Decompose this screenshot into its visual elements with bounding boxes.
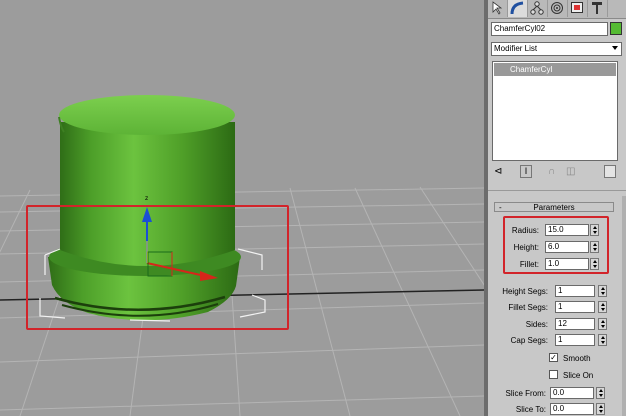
tab-display[interactable]: [568, 0, 588, 17]
parameters-title: Parameters: [533, 203, 575, 212]
slice-to-spinner[interactable]: [596, 403, 605, 415]
object-name-field[interactable]: ChamferCyl02: [491, 22, 608, 36]
pointer-icon: [492, 1, 503, 15]
parameters-highlight-box: [503, 216, 609, 274]
slice-from-input[interactable]: 0.0: [550, 387, 594, 399]
show-end-result-icon[interactable]: I: [520, 165, 532, 178]
tab-motion[interactable]: [548, 0, 568, 17]
panel-scrollbar[interactable]: [622, 196, 626, 416]
fillet-segs-spinner[interactable]: [598, 301, 607, 313]
stack-toolbar: ⊲ I ∩ ◫: [492, 165, 622, 180]
make-unique-icon[interactable]: ∩: [548, 166, 555, 177]
modifier-list-dropdown[interactable]: Modifier List: [491, 42, 622, 56]
viewport-highlight-box: [26, 205, 289, 330]
slice-from-spinner[interactable]: [596, 387, 605, 399]
slice-from-label: Slice From:: [505, 389, 546, 398]
height-segs-input[interactable]: 1: [555, 285, 595, 297]
chevron-down-icon: [612, 46, 618, 50]
cap-segs-spinner[interactable]: [598, 334, 607, 346]
tab-hierarchy[interactable]: [528, 0, 548, 17]
slice-to-input[interactable]: 0.0: [550, 403, 594, 415]
tab-utilities[interactable]: [588, 0, 608, 17]
panel-separator: [488, 190, 626, 191]
parameters-rollout-header[interactable]: - Parameters: [494, 202, 614, 212]
modifier-stack[interactable]: ChamferCyl: [492, 61, 618, 161]
display-icon: [571, 2, 583, 13]
slice-to-label: Slice To:: [515, 405, 546, 414]
collapse-icon: -: [499, 203, 502, 212]
fillet-segs-input[interactable]: 1: [555, 301, 595, 313]
object-color-swatch[interactable]: [610, 22, 622, 35]
tab-modify[interactable]: [508, 0, 528, 17]
hierarchy-icon: [530, 1, 544, 15]
modifier-list-label: Modifier List: [494, 44, 538, 53]
smooth-checkbox[interactable]: ✓: [549, 353, 558, 362]
pin-stack-icon[interactable]: ⊲: [494, 166, 502, 177]
command-panel: ChamferCyl02 Modifier List ChamferCyl ⊲ …: [488, 0, 626, 416]
configure-modifier-sets-icon[interactable]: [604, 165, 616, 178]
sides-label: Sides:: [525, 320, 548, 329]
svg-text:z: z: [145, 195, 148, 202]
smooth-label: Smooth: [563, 354, 591, 363]
modify-arc-icon: [510, 1, 524, 15]
motion-icon: [551, 2, 563, 14]
hammer-icon: [592, 2, 602, 14]
sides-spinner[interactable]: [598, 318, 607, 330]
stack-item-chamfercyl[interactable]: ChamferCyl: [494, 63, 616, 76]
height-segs-spinner[interactable]: [598, 285, 607, 297]
tab-create[interactable]: [488, 0, 508, 17]
command-panel-tabs: [488, 0, 626, 19]
remove-modifier-icon[interactable]: ◫: [566, 166, 575, 177]
cap-segs-label: Cap Segs:: [510, 336, 548, 345]
fillet-segs-label: Fillet Segs:: [508, 303, 548, 312]
slice-on-checkbox[interactable]: [549, 370, 558, 379]
cap-segs-input[interactable]: 1: [555, 334, 595, 346]
perspective-viewport[interactable]: z: [0, 0, 484, 416]
slice-on-label: Slice On: [563, 371, 594, 380]
height-segs-label: Height Segs:: [502, 287, 548, 296]
sides-input[interactable]: 12: [555, 318, 595, 330]
